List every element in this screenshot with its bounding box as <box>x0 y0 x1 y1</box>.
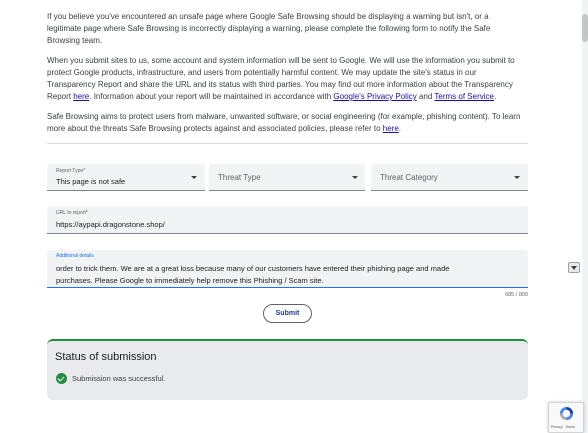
details-line-1: order to trick them. We are at a great l… <box>56 264 450 273</box>
intro-text: Safe Browsing aims to protect users from… <box>47 112 521 133</box>
status-title: Status of submission <box>55 351 157 363</box>
intro-paragraph-1: If you believe you've encountered an uns… <box>47 12 491 45</box>
threat-category-placeholder: Threat Category <box>380 173 438 182</box>
threat-type-select[interactable]: Threat Type <box>209 164 365 191</box>
submission-status-panel: Status of submission Submission was succ… <box>47 339 528 400</box>
chevron-down-icon <box>514 176 520 179</box>
policies-link[interactable]: here <box>383 124 399 133</box>
threat-category-select[interactable]: Threat Category <box>371 164 528 191</box>
url-label: URL to report* <box>56 210 88 216</box>
url-value: https://aypapi.dragonstone.shop/ <box>56 220 165 229</box>
chevron-down-icon <box>191 176 197 179</box>
page-scrollbar[interactable] <box>582 0 588 433</box>
chevron-down-icon <box>352 176 358 179</box>
intro-text: . <box>493 92 497 101</box>
additional-details-label: Additional details <box>56 253 94 259</box>
recaptcha-icon <box>559 406 574 421</box>
threat-type-placeholder: Threat Type <box>218 173 261 182</box>
recaptcha-links: Privacy - Terms <box>551 425 576 429</box>
intro-paragraph-2: When you submit sites to us, some accoun… <box>47 55 525 103</box>
divider <box>47 143 528 144</box>
intro-text: . Information about your report will be … <box>89 92 334 101</box>
terms-of-service-link[interactable]: Terms of Service <box>434 92 494 101</box>
status-message: Submission was successful. <box>72 374 166 383</box>
intro-text: and <box>416 92 435 101</box>
scrollbar-thumb[interactable] <box>582 14 588 42</box>
details-line-2: purchases. Please Google to immediately … <box>56 276 324 285</box>
check-circle-icon <box>56 373 67 384</box>
report-type-label: Report Type* <box>56 168 86 174</box>
character-counter: 685 / 800 <box>505 292 528 298</box>
additional-details-field[interactable]: Additional details order to trick them. … <box>47 250 528 288</box>
report-type-select[interactable]: Report Type* This page is not safe <box>47 164 205 191</box>
textarea-scroll-down-icon[interactable] <box>568 262 580 273</box>
report-type-value: This page is not safe <box>56 177 126 186</box>
intro-paragraph-3: Safe Browsing aims to protect users from… <box>47 111 525 135</box>
url-field[interactable]: URL to report* https://aypapi.dragonston… <box>47 206 528 234</box>
recaptcha-badge[interactable]: Privacy - Terms <box>548 402 584 433</box>
intro-text: . <box>398 124 401 133</box>
transparency-report-link[interactable]: here <box>73 92 89 101</box>
privacy-policy-link[interactable]: Google's Privacy Policy <box>333 92 416 101</box>
submit-button[interactable]: Submit <box>263 304 312 323</box>
